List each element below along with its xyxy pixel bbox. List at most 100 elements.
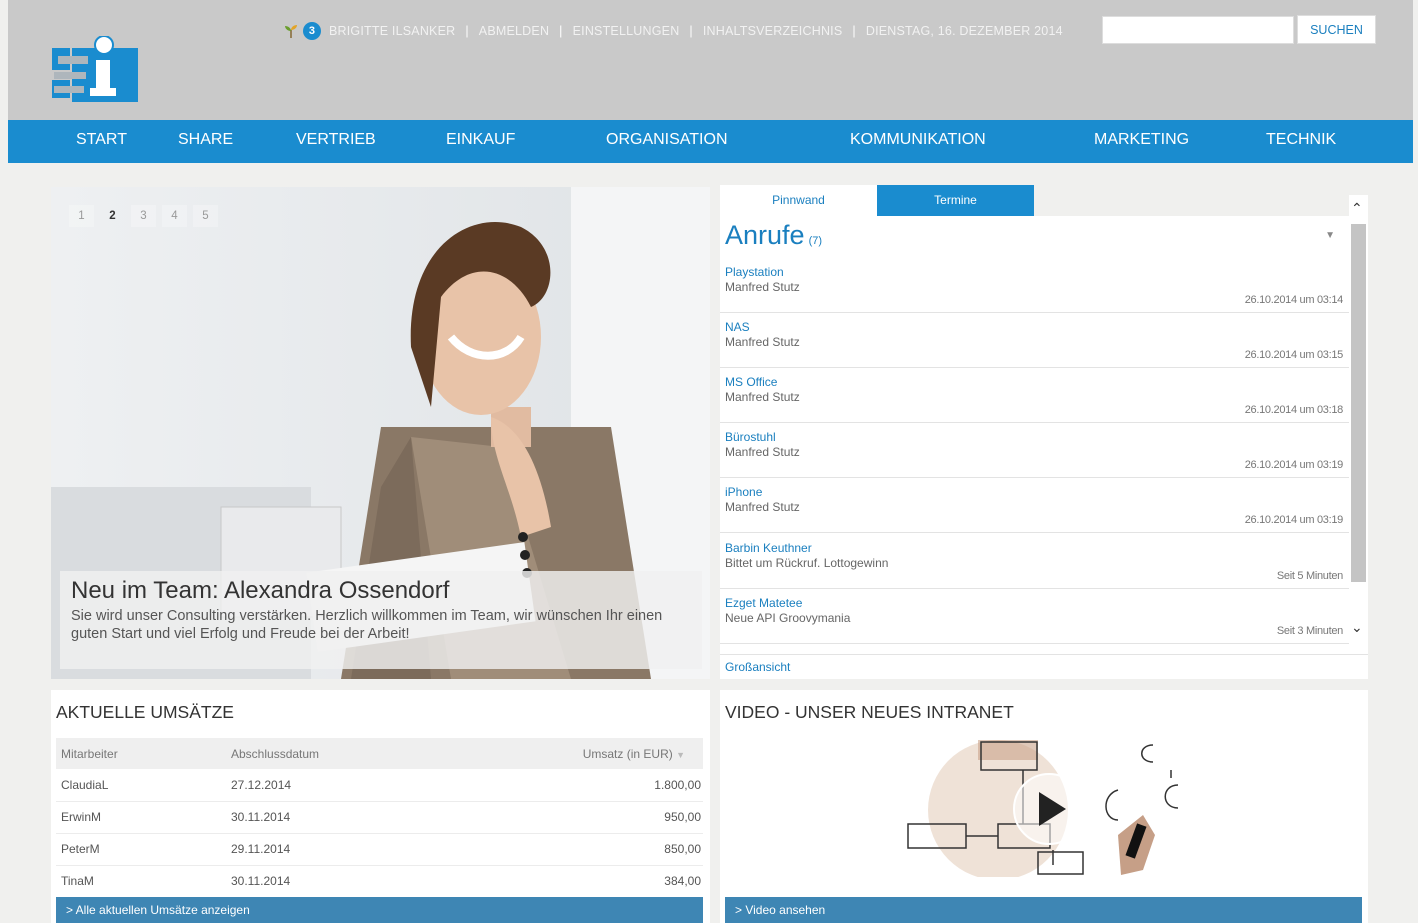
feed-item-sub: Bittet um Rückruf. Lottogewinn bbox=[725, 556, 889, 570]
slide-page-button[interactable]: 3 bbox=[131, 205, 156, 227]
tab-termine[interactable]: Termine bbox=[877, 185, 1034, 216]
feed-item[interactable]: Playstation Manfred Stutz 26.10.2014 um … bbox=[720, 258, 1349, 313]
feed-item-time: Seit 5 Minuten bbox=[1276, 570, 1343, 582]
main-navigation: START SHARE VERTRIEB EINKAUF ORGANISATIO… bbox=[8, 120, 1413, 163]
nav-item-vertrieb[interactable]: VERTRIEB bbox=[296, 120, 376, 163]
feed-title-text: Anrufe bbox=[725, 220, 805, 250]
cell-date: 27.12.2014 bbox=[226, 769, 426, 802]
cell-amount: 950,00 bbox=[426, 801, 703, 834]
feed-item[interactable]: Ezget Matetee Neue API Groovymania Seit … bbox=[720, 589, 1349, 644]
feed-item-title[interactable]: NAS bbox=[725, 320, 750, 334]
slide-page-button[interactable]: 4 bbox=[162, 205, 187, 227]
intranet-logo[interactable] bbox=[52, 36, 142, 104]
feed-item-time: Seit 3 Minuten bbox=[1276, 625, 1343, 637]
sales-title: AKTUELLE UMSÄTZE bbox=[56, 702, 234, 722]
chevron-down-icon[interactable]: ⌄ bbox=[1351, 619, 1363, 636]
feed-scrollbar[interactable]: ⌃ ⌄ bbox=[1349, 195, 1368, 654]
separator: | bbox=[689, 24, 693, 38]
cell-date: 30.11.2014 bbox=[226, 865, 426, 898]
cell-employee: TinaM bbox=[56, 865, 226, 898]
slide-pager: 1 2 3 4 5 bbox=[69, 205, 218, 227]
feed-item-sub: Manfred Stutz bbox=[725, 280, 800, 294]
feed-footer: Großansicht bbox=[720, 654, 1368, 679]
separator: | bbox=[465, 24, 469, 38]
table-header-row: Mitarbeiter Abschlussdatum Umsatz (in EU… bbox=[56, 738, 703, 769]
feed-item-title[interactable]: Playstation bbox=[725, 265, 784, 279]
slide-title[interactable]: Neu im Team: Alexandra Ossendorf bbox=[71, 577, 691, 605]
nav-item-einkauf[interactable]: EINKAUF bbox=[446, 120, 515, 163]
feed-item-sub: Manfred Stutz bbox=[725, 445, 800, 459]
feed-count: (7) bbox=[808, 235, 823, 247]
search-input[interactable] bbox=[1102, 16, 1294, 44]
notification-badge[interactable]: 3 bbox=[303, 22, 321, 40]
cell-amount: 1.800,00 bbox=[426, 769, 703, 802]
table-row[interactable]: PeterM 29.11.2014 850,00 bbox=[56, 833, 703, 866]
top-bar: 3 BRIGITTE ILSANKER | ABMELDEN | EINSTEL… bbox=[283, 21, 1063, 41]
sales-widget: AKTUELLE UMSÄTZE Mitarbeiter Abschlussda… bbox=[51, 690, 710, 923]
cell-date: 30.11.2014 bbox=[226, 801, 426, 834]
chevron-up-icon[interactable]: ⌃ bbox=[1351, 200, 1363, 217]
cell-amount: 850,00 bbox=[426, 833, 703, 866]
slide-caption[interactable]: Neu im Team: Alexandra Ossendorf Sie wir… bbox=[60, 571, 702, 669]
dropdown-caret-icon[interactable]: ▼ bbox=[1325, 230, 1335, 241]
table-row[interactable]: ClaudiaL 27.12.2014 1.800,00 bbox=[56, 769, 703, 802]
calls-feed: Anrufe (7) ▼ Playstation Manfred Stutz 26… bbox=[720, 216, 1349, 654]
user-name-link[interactable]: BRIGITTE ILSANKER bbox=[329, 24, 455, 38]
separator: | bbox=[559, 24, 563, 38]
video-title: VIDEO - UNSER NEUES INTRANET bbox=[725, 702, 1014, 722]
search-button[interactable]: SUCHEN bbox=[1297, 15, 1376, 44]
nav-item-technik[interactable]: TECHNIK bbox=[1266, 120, 1336, 163]
feed-item-sub: Manfred Stutz bbox=[725, 335, 800, 349]
feed-item[interactable]: Bürostuhl Manfred Stutz 26.10.2014 um 03… bbox=[720, 423, 1349, 478]
feed-item-title[interactable]: Bürostuhl bbox=[725, 430, 776, 444]
table-row[interactable]: ErwinM 30.11.2014 950,00 bbox=[56, 801, 703, 834]
news-slider[interactable]: 1 2 3 4 5 Neu im Team: Alexandra Ossendo… bbox=[51, 187, 710, 679]
plant-icon bbox=[285, 25, 297, 38]
feed-item-title[interactable]: Ezget Matetee bbox=[725, 596, 802, 610]
panel-tabs: Pinnwand Termine bbox=[720, 185, 1034, 216]
feed-item[interactable]: MS Office Manfred Stutz 26.10.2014 um 03… bbox=[720, 368, 1349, 423]
feed-item-sub: Neue API Groovymania bbox=[725, 611, 851, 625]
current-date: DIENSTAG, 16. DEZEMBER 2014 bbox=[865, 24, 1063, 38]
slide-page-button-active[interactable]: 2 bbox=[100, 205, 125, 227]
video-thumbnail[interactable] bbox=[903, 740, 1203, 877]
feed-item[interactable]: Barbin Keuthner Bittet um Rückruf. Lotto… bbox=[720, 534, 1349, 589]
tab-pinnwand[interactable]: Pinnwand bbox=[720, 185, 877, 216]
full-view-link[interactable]: Großansicht bbox=[725, 660, 790, 674]
watch-video-link[interactable]: > Video ansehen bbox=[725, 897, 1362, 923]
feed-title: Anrufe (7) bbox=[725, 220, 822, 251]
table-row[interactable]: TinaM 30.11.2014 384,00 bbox=[56, 865, 703, 898]
slide-page-button[interactable]: 5 bbox=[193, 205, 218, 227]
column-header[interactable]: Abschlussdatum bbox=[226, 738, 426, 769]
cell-date: 29.11.2014 bbox=[226, 833, 426, 866]
nav-item-start[interactable]: START bbox=[76, 120, 127, 163]
cell-amount: 384,00 bbox=[426, 865, 703, 898]
column-header[interactable]: Mitarbeiter bbox=[56, 738, 226, 769]
feed-item-title[interactable]: MS Office bbox=[725, 375, 777, 389]
slide-page-button[interactable]: 1 bbox=[69, 205, 94, 227]
nav-item-kommunikation[interactable]: KOMMUNIKATION bbox=[850, 120, 986, 163]
scrollbar-thumb[interactable] bbox=[1351, 224, 1366, 582]
nav-item-share[interactable]: SHARE bbox=[178, 120, 233, 163]
header: 3 BRIGITTE ILSANKER | ABMELDEN | EINSTEL… bbox=[8, 0, 1413, 120]
settings-link[interactable]: EINSTELLUNGEN bbox=[573, 24, 680, 38]
feed-item-title[interactable]: Barbin Keuthner bbox=[725, 541, 812, 555]
sort-caret-icon: ▼ bbox=[676, 749, 685, 760]
logout-link[interactable]: ABMELDEN bbox=[479, 24, 549, 38]
feed-item-time: 26.10.2014 um 03:15 bbox=[1244, 349, 1344, 361]
all-sales-link[interactable]: > Alle aktuellen Umsätze anzeigen bbox=[56, 897, 703, 923]
feed-item-title[interactable]: iPhone bbox=[725, 485, 762, 499]
nav-item-organisation[interactable]: ORGANISATION bbox=[606, 120, 728, 163]
separator: | bbox=[852, 24, 856, 38]
feed-item[interactable]: NAS Manfred Stutz 26.10.2014 um 03:15 bbox=[720, 313, 1349, 368]
cell-employee: PeterM bbox=[56, 833, 226, 866]
cell-employee: ErwinM bbox=[56, 801, 226, 834]
feed-item-sub: Manfred Stutz bbox=[725, 390, 800, 404]
sitemap-link[interactable]: INHALTSVERZEICHNIS bbox=[703, 24, 843, 38]
feed-item[interactable]: iPhone Manfred Stutz 26.10.2014 um 03:19 bbox=[720, 478, 1349, 533]
column-header-sorted[interactable]: Umsatz (in EUR) ▼ bbox=[426, 738, 703, 769]
feed-item-time: 26.10.2014 um 03:14 bbox=[1244, 294, 1344, 306]
nav-item-marketing[interactable]: MARKETING bbox=[1094, 120, 1189, 163]
feed-item-sub: Manfred Stutz bbox=[725, 500, 800, 514]
feed-item-time: 26.10.2014 um 03:19 bbox=[1244, 514, 1344, 526]
